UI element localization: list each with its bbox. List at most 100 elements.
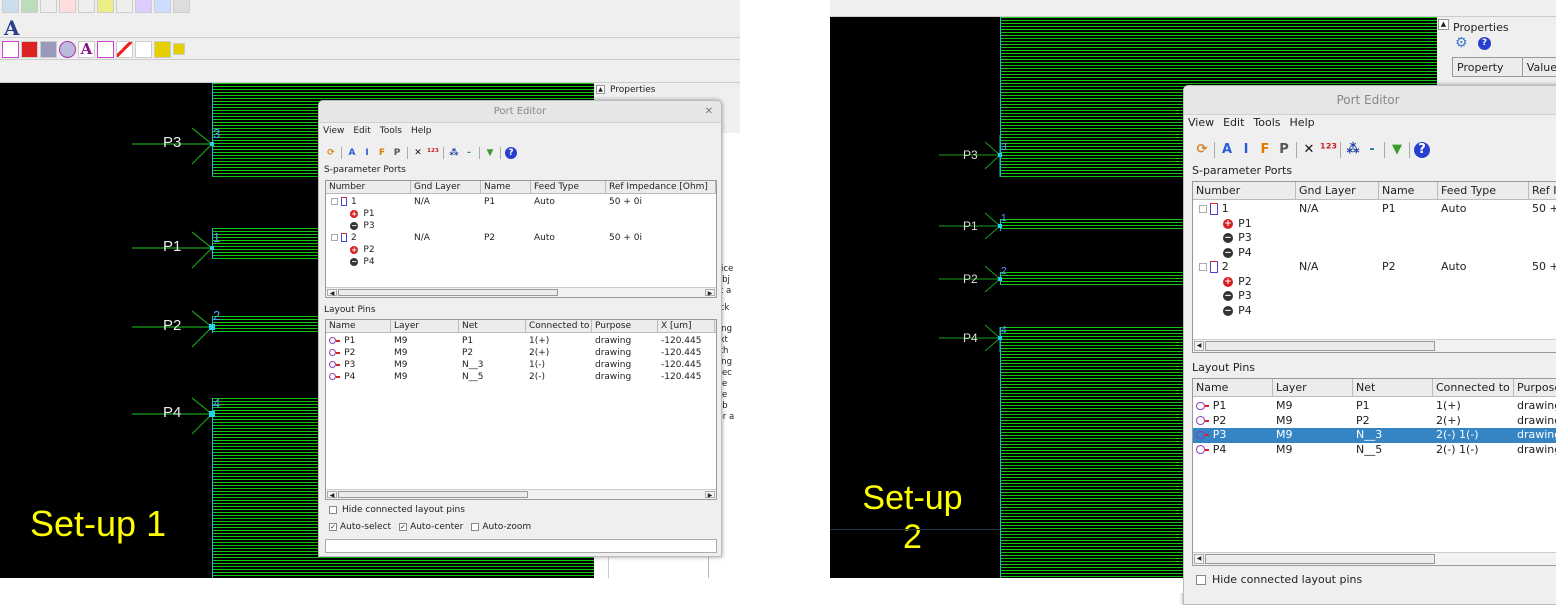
collapse-icon[interactable] xyxy=(1198,204,1208,214)
auto-zoom-checkbox[interactable] xyxy=(471,523,480,531)
scroll-up-arrow[interactable]: ▲ xyxy=(1438,19,1449,30)
tool-icon[interactable] xyxy=(59,0,76,13)
add-port-internal-icon[interactable]: I xyxy=(1238,142,1254,158)
menu-help[interactable]: Help xyxy=(1290,116,1315,129)
collapse-icon[interactable] xyxy=(1198,262,1208,272)
scroll-thumb[interactable] xyxy=(1205,341,1435,351)
gear-icon[interactable]: ⚙ xyxy=(1455,35,1468,51)
column-header[interactable]: Net xyxy=(459,320,526,332)
column-header[interactable]: Name xyxy=(1193,379,1273,396)
pin-row[interactable]: P4 M9 N__5 2(-) 1(-) drawing xyxy=(1193,443,1556,458)
tool-icon[interactable] xyxy=(97,0,114,13)
ruler-icon[interactable] xyxy=(116,40,133,58)
menu-tools[interactable]: Tools xyxy=(380,126,402,136)
column-header[interactable]: Number xyxy=(1193,182,1296,199)
refresh-icon[interactable]: ⟳ xyxy=(325,147,337,159)
pin-label[interactable]: P1 xyxy=(163,238,181,255)
pin-row[interactable]: P2 M9 P2 2(+) drawing -120.445 xyxy=(326,347,716,359)
add-port-probe-icon[interactable]: P xyxy=(391,147,403,159)
pin-row[interactable]: P1 M9 P1 1(+) drawing -120.445 xyxy=(326,335,716,347)
tool-icon[interactable] xyxy=(173,0,190,13)
terminal-row[interactable]: + P1 xyxy=(326,208,716,220)
label-A-icon[interactable]: A xyxy=(78,40,95,58)
refresh-icon[interactable]: ⟳ xyxy=(1194,142,1210,158)
scroll-thumb[interactable] xyxy=(1205,554,1435,564)
pin-row[interactable]: P3 M9 N__3 2(-) 1(-) drawing xyxy=(1193,428,1556,443)
column-header[interactable]: Number xyxy=(326,181,411,193)
tool-icon[interactable] xyxy=(21,0,38,13)
add-port-feed-icon[interactable]: F xyxy=(1257,142,1273,158)
column-header[interactable]: X [um] xyxy=(658,320,715,332)
add-port-probe-icon[interactable]: P xyxy=(1276,142,1292,158)
pin-label[interactable]: P1 xyxy=(963,219,978,233)
column-header[interactable]: Gnd Layer xyxy=(411,181,481,193)
tool-icon[interactable] xyxy=(135,0,152,13)
port-row[interactable]: 2 N/A P2 Auto 50 + 0i xyxy=(1193,260,1556,275)
scroll-thumb[interactable] xyxy=(338,491,528,498)
filter-icon[interactable]: ▼ xyxy=(484,147,496,159)
pin-label[interactable]: P2 xyxy=(963,272,978,286)
close-icon[interactable]: ✕ xyxy=(705,101,713,123)
port-icon[interactable] xyxy=(135,40,152,58)
tool-icon[interactable] xyxy=(2,0,19,13)
terminal-row[interactable]: − P4 xyxy=(326,256,716,268)
hide-connected-checkbox[interactable] xyxy=(329,506,337,514)
rect-icon[interactable] xyxy=(21,40,38,58)
port-row[interactable]: 1 N/A P1 Auto 50 + 0i xyxy=(1193,202,1556,217)
circle-icon[interactable] xyxy=(59,40,76,58)
add-port-auto-icon[interactable]: A xyxy=(1219,142,1235,158)
menu-view[interactable]: View xyxy=(323,126,344,136)
menu-view[interactable]: View xyxy=(1188,116,1214,129)
pin-label[interactable]: P3 xyxy=(963,148,978,162)
column-header[interactable]: Net xyxy=(1353,379,1433,396)
scroll-left-arrow[interactable]: ◀ xyxy=(327,491,337,499)
port-row[interactable]: 1 N/A P1 Auto 50 + 0i xyxy=(326,196,716,208)
scroll-left-arrow[interactable]: ◀ xyxy=(327,289,337,297)
dialog-title-bar[interactable]: Port Editor xyxy=(1184,86,1556,115)
delete-icon[interactable]: ✕ xyxy=(412,147,424,159)
column-header[interactable]: Gnd Layer xyxy=(1296,182,1379,199)
scroll-right-arrow[interactable]: ▶ xyxy=(705,289,715,297)
tool-icon[interactable] xyxy=(154,0,171,13)
col-property[interactable]: Property xyxy=(1453,58,1523,76)
path-icon[interactable] xyxy=(2,40,19,58)
terminal-row[interactable]: − P3 xyxy=(1193,231,1556,246)
column-header[interactable]: Ref Impedance [Ohm] xyxy=(1529,182,1556,199)
pin-label[interactable]: P2 xyxy=(163,317,181,334)
terminal-row[interactable]: − P3 xyxy=(1193,289,1556,304)
menu-edit[interactable]: Edit xyxy=(1223,116,1244,129)
renumber-icon[interactable]: ¹²³ xyxy=(1320,142,1337,158)
hide-connected-checkbox[interactable] xyxy=(1196,574,1206,585)
pin-icon[interactable] xyxy=(97,40,114,58)
help-icon[interactable]: ? xyxy=(1414,142,1430,158)
terminal-row[interactable]: − P4 xyxy=(1193,304,1556,319)
column-header[interactable]: Feed Type xyxy=(1438,182,1529,199)
pin-row[interactable]: P1 M9 P1 1(+) drawing xyxy=(1193,399,1556,414)
column-header[interactable]: Name xyxy=(481,181,531,193)
column-header[interactable]: Connected to xyxy=(1433,379,1514,396)
collapse-icon[interactable] xyxy=(330,233,338,242)
menu-edit[interactable]: Edit xyxy=(353,126,370,136)
port-row[interactable]: 2 N/A P2 Auto 50 + 0i xyxy=(326,232,716,244)
horizontal-scrollbar[interactable]: ◀ xyxy=(1193,339,1556,352)
menu-help[interactable]: Help xyxy=(411,126,432,136)
col-value[interactable]: Value xyxy=(1523,58,1556,76)
horizontal-scrollbar[interactable]: ◀ ▶ xyxy=(326,489,716,499)
select-icon[interactable] xyxy=(154,40,171,58)
column-header[interactable]: Layer xyxy=(1273,379,1353,396)
pin-label[interactable]: P3 xyxy=(163,134,181,151)
renumber-icon[interactable]: ¹²³ xyxy=(427,147,439,159)
column-header[interactable]: Connected to xyxy=(526,320,592,332)
via-icon[interactable] xyxy=(40,40,57,58)
collapse-icon[interactable] xyxy=(330,197,338,206)
column-header[interactable]: Purpose xyxy=(592,320,658,332)
pin-row[interactable]: P2 M9 P2 2(+) drawing xyxy=(1193,414,1556,429)
column-header[interactable]: Name xyxy=(326,320,391,332)
terminal-row[interactable]: + P1 xyxy=(1193,217,1556,232)
horizontal-scrollbar[interactable]: ◀ xyxy=(1193,552,1556,565)
scroll-up-arrow[interactable]: ▲ xyxy=(596,85,605,94)
terminal-row[interactable]: − P4 xyxy=(1193,246,1556,261)
add-port-internal-icon[interactable]: I xyxy=(361,147,373,159)
dialog-title-bar[interactable]: Port Editor ✕ xyxy=(319,101,721,123)
scroll-right-arrow[interactable]: ▶ xyxy=(705,491,715,499)
